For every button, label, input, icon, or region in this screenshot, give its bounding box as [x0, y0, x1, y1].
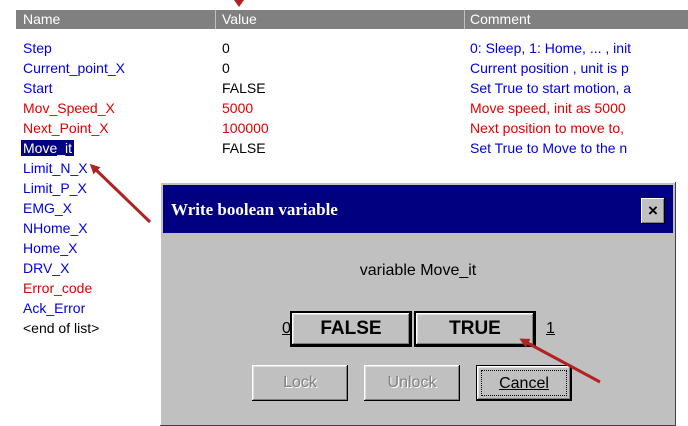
arrow-to-move-it	[89, 163, 152, 224]
arrow-to-true-button	[519, 338, 601, 384]
top-arrow-tip	[234, 0, 244, 7]
annotation-arrows	[89, 0, 601, 384]
